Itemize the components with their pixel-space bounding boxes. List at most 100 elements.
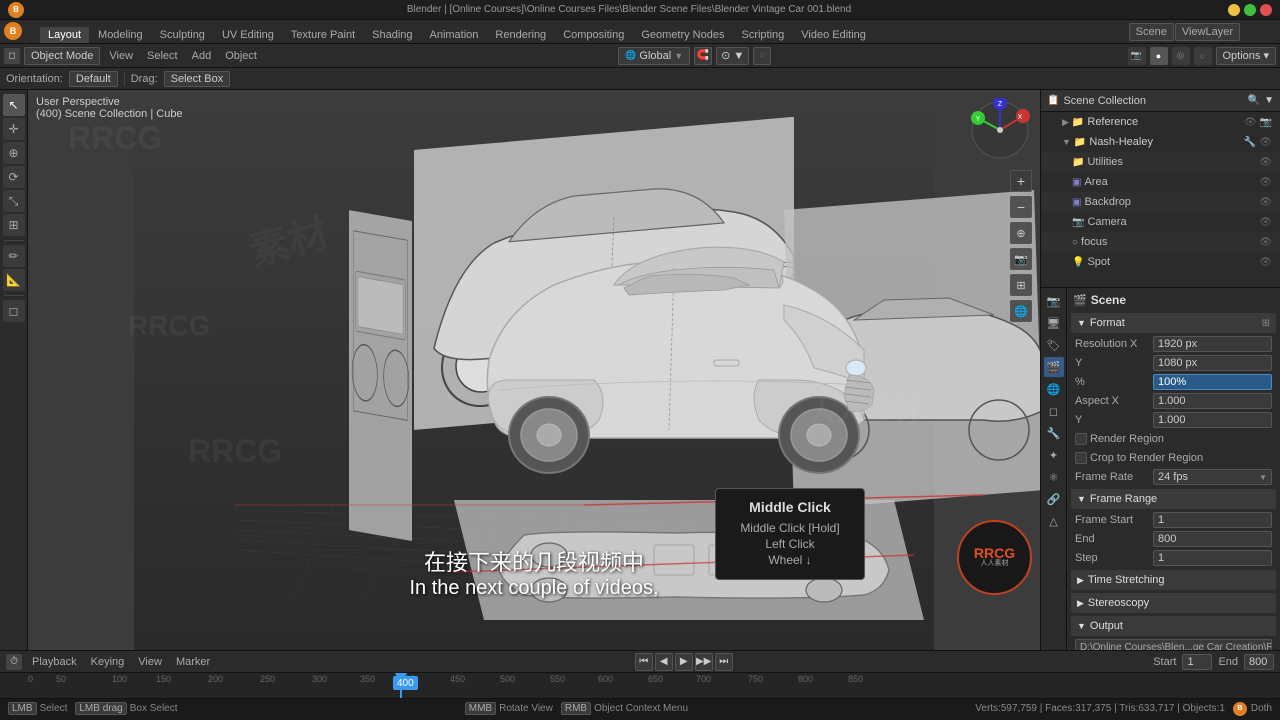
- snapping-btn[interactable]: 🧲: [694, 47, 712, 65]
- outliner-utils-vis-icon[interactable]: 👁: [1259, 157, 1272, 168]
- tab-keying[interactable]: Keying: [87, 655, 129, 669]
- orientation-dropdown[interactable]: Default: [69, 71, 118, 87]
- tab-sculpting[interactable]: Sculpting: [152, 27, 213, 43]
- crop-checkbox[interactable]: [1075, 452, 1087, 464]
- outliner-item-utilities[interactable]: 📁 Utilities 👁: [1041, 152, 1280, 172]
- jump-end-btn[interactable]: ⏭: [715, 653, 733, 671]
- options-btn[interactable]: Options ▾: [1216, 47, 1277, 65]
- resolution-x-value[interactable]: 1920 px: [1153, 336, 1272, 352]
- tool-measure[interactable]: 📐: [3, 269, 25, 291]
- mode-dropdown[interactable]: Object Mode: [24, 47, 100, 65]
- outliner-area-vis-icon[interactable]: 👁: [1259, 177, 1272, 188]
- frame-start-input[interactable]: 1: [1182, 654, 1212, 670]
- tab-uv-editing[interactable]: UV Editing: [214, 27, 282, 43]
- viewport-shading-solid[interactable]: ●: [1150, 47, 1168, 65]
- tool-add-cube[interactable]: ◻: [3, 300, 25, 322]
- frame-step-value[interactable]: 1: [1153, 550, 1272, 566]
- tab-compositing[interactable]: Compositing: [555, 27, 632, 43]
- tool-rotate[interactable]: ⟳: [3, 166, 25, 188]
- tab-video-editing[interactable]: Video Editing: [793, 27, 874, 43]
- outliner-item-reference[interactable]: ▶ 📁 Reference 👁 📷: [1041, 112, 1280, 132]
- drag-dropdown[interactable]: Select Box: [164, 71, 231, 87]
- next-frame-btn[interactable]: ▶▶: [695, 653, 713, 671]
- nav-camera[interactable]: 📷: [1010, 248, 1032, 270]
- outliner-item-nash-healey[interactable]: ▼ 📁 Nash-Healey 🔧 👁: [1041, 132, 1280, 152]
- tab-animation[interactable]: Animation: [422, 27, 487, 43]
- render-region-checkbox[interactable]: [1075, 433, 1087, 445]
- output-header[interactable]: ▼ Output: [1071, 616, 1276, 636]
- tool-move[interactable]: ⊕: [3, 142, 25, 164]
- outliner-backdrop-vis-icon[interactable]: 👁: [1259, 197, 1272, 208]
- view-layer-dropdown[interactable]: ViewLayer: [1175, 23, 1240, 41]
- viewport-shading-material[interactable]: ◎: [1172, 47, 1190, 65]
- scene-dropdown[interactable]: Scene: [1129, 23, 1174, 41]
- nav-zoom-in[interactable]: +: [1010, 170, 1032, 192]
- current-frame-box[interactable]: 400: [393, 676, 418, 690]
- nav-world[interactable]: 🌐: [1010, 300, 1032, 322]
- output-path-value[interactable]: D:\Online Courses\Blen...ge Car Creation…: [1075, 639, 1272, 650]
- time-stretch-header[interactable]: ▶ Time Stretching: [1071, 570, 1276, 590]
- frame-end-value[interactable]: 800: [1153, 531, 1272, 547]
- proportional-btn[interactable]: ○: [753, 47, 771, 65]
- outliner-item-spot[interactable]: 💡 Spot 👁: [1041, 252, 1280, 272]
- prev-frame-btn[interactable]: ◀: [655, 653, 673, 671]
- view-menu[interactable]: View: [104, 49, 138, 63]
- prop-data-icon[interactable]: △: [1044, 511, 1064, 531]
- outliner-filter-icon[interactable]: ▼: [1264, 95, 1274, 106]
- tool-cursor[interactable]: ✛: [3, 118, 25, 140]
- outliner-nash-vis-icon[interactable]: 👁: [1259, 137, 1272, 148]
- prop-modifier-icon[interactable]: 🔧: [1044, 423, 1064, 443]
- frame-start-value[interactable]: 1: [1153, 512, 1272, 528]
- transform-orientation[interactable]: 🌐 Global ▼: [618, 47, 690, 65]
- timeline-ruler[interactable]: 0 50 100 150 200 250 300 350 400 450 500…: [0, 673, 1280, 698]
- resolution-y-value[interactable]: 1080 px: [1153, 355, 1272, 371]
- frame-end-input[interactable]: 800: [1244, 654, 1274, 670]
- tab-shading[interactable]: Shading: [364, 27, 420, 43]
- prop-view-layer-icon[interactable]: 🏷: [1044, 335, 1064, 355]
- outliner-item-area[interactable]: ▣ Area 👁: [1041, 172, 1280, 192]
- format-header[interactable]: ▼ Format ⊞: [1071, 313, 1276, 333]
- render-icon-btn[interactable]: 📷: [1128, 47, 1146, 65]
- resolution-pct-value[interactable]: 100%: [1153, 374, 1272, 390]
- object-menu[interactable]: Object: [220, 49, 262, 63]
- prop-object-icon[interactable]: ◻: [1044, 401, 1064, 421]
- outliner-search-icon[interactable]: 🔍: [1248, 95, 1260, 106]
- prop-physics-icon[interactable]: ⚛: [1044, 467, 1064, 487]
- outliner-ref-render-icon[interactable]: 📷: [1260, 117, 1272, 128]
- maximize-btn[interactable]: [1244, 4, 1256, 16]
- tab-scripting[interactable]: Scripting: [733, 27, 792, 43]
- tab-rendering[interactable]: Rendering: [487, 27, 554, 43]
- viewport-shading-rendered[interactable]: ○: [1194, 47, 1212, 65]
- outliner-item-camera[interactable]: 📷 Camera 👁: [1041, 212, 1280, 232]
- add-menu[interactable]: Add: [187, 49, 217, 63]
- nav-frame-all[interactable]: ⊞: [1010, 274, 1032, 296]
- tab-texture-paint[interactable]: Texture Paint: [283, 27, 363, 43]
- tab-marker[interactable]: Marker: [172, 655, 214, 669]
- tab-modeling[interactable]: Modeling: [90, 27, 151, 43]
- nav-fly[interactable]: ⊕: [1010, 222, 1032, 244]
- frame-range-header[interactable]: ▼ Frame Range: [1071, 489, 1276, 509]
- outliner-focus-vis-icon[interactable]: 👁: [1259, 237, 1272, 248]
- select-menu[interactable]: Select: [142, 49, 183, 63]
- frame-rate-dropdown[interactable]: 24 fps ▼: [1153, 469, 1272, 485]
- prop-scene-icon[interactable]: 🎬: [1044, 357, 1064, 377]
- tool-transform[interactable]: ⊞: [3, 214, 25, 236]
- tab-view-tl[interactable]: View: [134, 655, 166, 669]
- prop-render-icon[interactable]: 📷: [1044, 291, 1064, 311]
- tab-layout[interactable]: Layout: [40, 27, 89, 43]
- prop-output-icon[interactable]: 🖥: [1044, 313, 1064, 333]
- outliner-spot-vis-icon[interactable]: 👁: [1259, 257, 1272, 268]
- aspect-y-value[interactable]: 1.000: [1153, 412, 1272, 428]
- tool-select[interactable]: ↖: [3, 94, 25, 116]
- prop-constraints-icon[interactable]: 🔗: [1044, 489, 1064, 509]
- prop-world-icon[interactable]: 🌐: [1044, 379, 1064, 399]
- pivot-dropdown[interactable]: ⊙ ▼: [716, 47, 749, 65]
- viewport[interactable]: RRCG 素材 RRCG 人人素材 RRCG: [28, 90, 1040, 650]
- tool-annotate[interactable]: ✏: [3, 245, 25, 267]
- outliner-item-focus[interactable]: ○ focus 👁: [1041, 232, 1280, 252]
- close-btn[interactable]: [1260, 4, 1272, 16]
- tab-geometry-nodes[interactable]: Geometry Nodes: [633, 27, 732, 43]
- aspect-x-value[interactable]: 1.000: [1153, 393, 1272, 409]
- play-btn[interactable]: ▶: [675, 653, 693, 671]
- jump-start-btn[interactable]: ⏮: [635, 653, 653, 671]
